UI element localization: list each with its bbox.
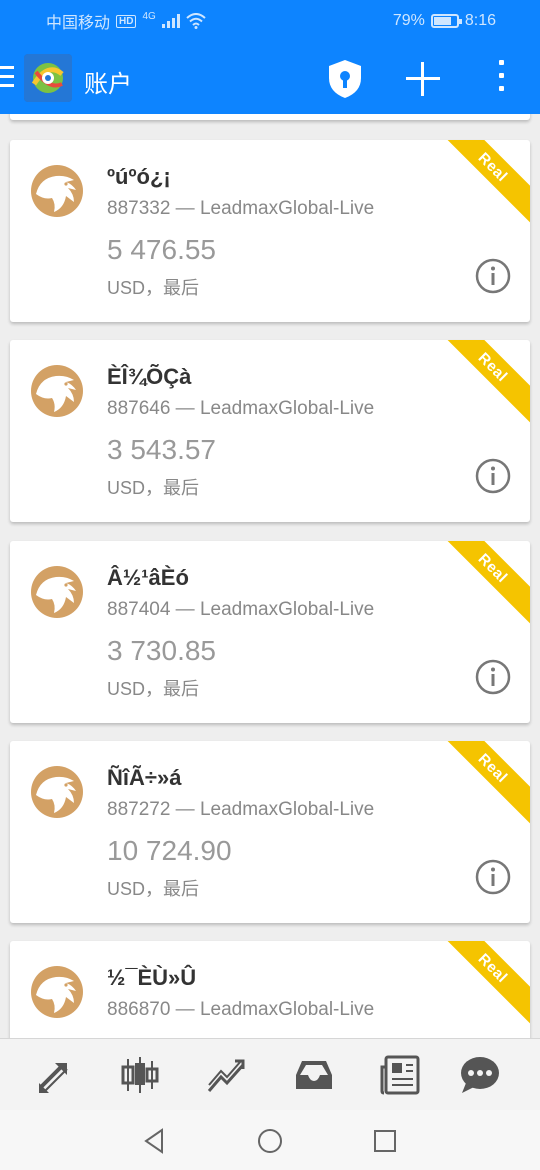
real-badge-label: Real xyxy=(475,550,511,586)
home-icon[interactable] xyxy=(255,1126,285,1156)
chat-bubble-icon[interactable] xyxy=(458,1053,502,1097)
page-title: 账户 xyxy=(84,71,132,98)
real-badge: Real xyxy=(430,541,530,631)
account-balance: 5 476.55 xyxy=(107,234,216,265)
shield-lock-icon[interactable] xyxy=(326,58,364,100)
real-badge: Real xyxy=(430,340,530,430)
account-name: Â½¹âÈó xyxy=(107,565,189,590)
info-icon[interactable] xyxy=(475,859,511,895)
account-number-server: 886870 — LeadmaxGlobal-Live xyxy=(107,999,375,1020)
account-balance: 10 724.90 xyxy=(107,835,232,866)
account-card[interactable]: ÈÎ¾ÕÇà 887646 — LeadmaxGlobal-Live 3 543.5… xyxy=(10,340,530,522)
bottom-nav xyxy=(0,1038,540,1110)
recents-icon[interactable] xyxy=(370,1126,400,1156)
real-badge-label: Real xyxy=(475,149,511,185)
info-icon[interactable] xyxy=(475,258,511,294)
broker-eagle-icon xyxy=(30,565,84,619)
app-bar: 账户 xyxy=(0,42,540,114)
account-balance: 3 543.57 xyxy=(107,434,216,465)
quotes-arrows-icon[interactable] xyxy=(33,1053,77,1097)
account-name: ÈÎ¾ÕÇà xyxy=(107,364,192,389)
broker-eagle-icon xyxy=(30,765,84,819)
account-name: ºúºó¿¡ xyxy=(107,164,171,189)
account-status: USD，最后 xyxy=(107,278,200,298)
menu-icon[interactable] xyxy=(0,66,14,88)
account-card[interactable]: ½¯ÈÙ»Û 886870 — LeadmaxGlobal-Live Real xyxy=(10,941,530,1038)
broker-eagle-icon xyxy=(30,164,84,218)
network-type: 4G xyxy=(142,11,156,22)
broker-eagle-icon xyxy=(30,364,84,418)
account-balance: 3 730.85 xyxy=(107,635,216,666)
app-logo xyxy=(24,54,72,102)
plus-icon[interactable] xyxy=(404,60,442,98)
account-card-partial[interactable] xyxy=(10,114,530,120)
hd-badge: HD xyxy=(116,14,137,28)
info-icon[interactable] xyxy=(475,659,511,695)
account-status: USD，最后 xyxy=(107,478,200,498)
account-card[interactable]: ÑîÃ÷»á 887272 — LeadmaxGlobal-Live 10 724.… xyxy=(10,741,530,923)
account-name: ½¯ÈÙ»Û xyxy=(107,965,197,990)
clock: 8:16 xyxy=(464,12,496,29)
real-badge: Real xyxy=(430,741,530,831)
status-bar: 中国移动 HD 4G 79% 8:16 xyxy=(0,0,540,42)
info-icon[interactable] xyxy=(475,458,511,494)
account-status: USD，最后 xyxy=(107,679,200,699)
battery-icon xyxy=(430,14,462,28)
accounts-list[interactable]: ºúºó¿¡ 887332 — LeadmaxGlobal-Live 5 476.5… xyxy=(0,114,540,1038)
news-icon[interactable] xyxy=(378,1053,422,1097)
inbox-tray-icon[interactable] xyxy=(292,1053,336,1097)
broker-eagle-icon xyxy=(30,965,84,1019)
real-badge: Real xyxy=(430,140,530,230)
system-nav xyxy=(0,1110,540,1170)
real-badge-label: Real xyxy=(475,750,511,786)
trend-chart-icon[interactable] xyxy=(205,1053,249,1097)
account-number-server: 887272 — LeadmaxGlobal-Live xyxy=(107,799,375,820)
account-status: USD，最后 xyxy=(107,879,200,899)
battery-percent: 79% xyxy=(392,12,425,29)
real-badge: Real xyxy=(430,941,530,1031)
account-number-server: 887332 — LeadmaxGlobal-Live xyxy=(107,198,375,219)
account-card[interactable]: ºúºó¿¡ 887332 — LeadmaxGlobal-Live 5 476.5… xyxy=(10,140,530,322)
real-badge-label: Real xyxy=(475,950,511,986)
account-number-server: 887404 — LeadmaxGlobal-Live xyxy=(107,599,375,620)
candlestick-chart-icon[interactable] xyxy=(118,1053,162,1097)
carrier-label: 中国移动 xyxy=(46,15,111,32)
back-icon[interactable] xyxy=(140,1126,170,1156)
account-card[interactable]: Â½¹âÈó 887404 — LeadmaxGlobal-Live 3 730.8… xyxy=(10,541,530,723)
wifi-icon xyxy=(186,13,206,29)
signal-icon xyxy=(161,14,180,28)
account-number-server: 887646 — LeadmaxGlobal-Live xyxy=(107,398,375,419)
real-badge-label: Real xyxy=(475,349,511,385)
more-vert-icon[interactable] xyxy=(494,60,508,96)
account-name: ÑîÃ÷»á xyxy=(107,765,182,790)
